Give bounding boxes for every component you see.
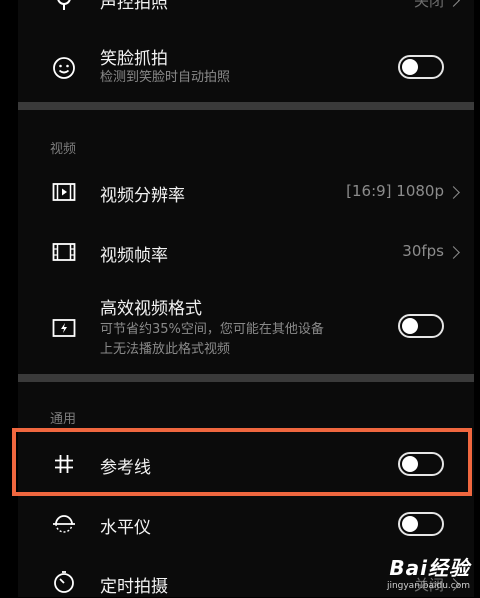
level-icon: [50, 510, 78, 538]
setting-video-resolution[interactable]: 视频分辨率 [16:9] 1080p: [18, 176, 474, 208]
timer-icon: [50, 568, 78, 596]
highlight-box: [12, 428, 472, 496]
efficient-format-subtitle-line2: 上无法播放此格式视频: [100, 342, 231, 357]
level-title: 水平仪: [100, 518, 151, 538]
section-divider: [18, 374, 474, 382]
setting-level[interactable]: 水平仪: [18, 508, 474, 540]
chevron-right-icon: [447, 0, 460, 7]
timer-title: 定时拍摄: [100, 577, 168, 597]
section-divider: [18, 102, 474, 110]
chevron-right-icon: [447, 186, 460, 199]
efficient-format-toggle[interactable]: [398, 314, 444, 338]
setting-efficient-video-format[interactable]: 高效视频格式 可节省约35%空间，您可能在其他设备 上无法播放此格式视频: [18, 292, 474, 364]
watermark-logo: Bai经验: [389, 556, 470, 580]
watermark: Bai经验 jingyan.baidu.com: [387, 552, 470, 591]
video-framerate-title: 视频帧率: [100, 246, 168, 266]
smile-capture-toggle[interactable]: [398, 55, 444, 79]
efficient-format-title: 高效视频格式: [100, 299, 202, 319]
video-resolution-title: 视频分辨率: [100, 186, 185, 206]
toggle-knob: [402, 59, 418, 75]
voice-control-title: 声控拍照: [100, 0, 168, 13]
chevron-right-icon: [447, 246, 460, 259]
watermark-url: jingyan.baidu.com: [386, 581, 470, 591]
efficient-format-subtitle-line1: 可节省约35%空间，您可能在其他设备: [100, 322, 324, 337]
video-resolution-icon: [50, 178, 78, 206]
toggle-knob: [402, 318, 418, 334]
smile-capture-title: 笑脸抓拍: [100, 49, 168, 69]
voice-control-value: 关闭: [413, 0, 444, 10]
smile-icon: [50, 54, 78, 82]
level-toggle[interactable]: [398, 512, 444, 536]
section-header-general: 通用: [50, 412, 77, 427]
efficient-format-icon: [50, 314, 78, 342]
toggle-knob: [402, 516, 418, 532]
setting-smile-capture[interactable]: 笑脸抓拍 检测到笑脸时自动拍照: [18, 42, 474, 92]
video-framerate-value: 30fps: [402, 242, 444, 260]
voice-icon: [50, 0, 78, 14]
section-header-video: 视频: [50, 142, 77, 157]
video-resolution-value: [16:9] 1080p: [346, 182, 444, 200]
settings-screen: 声控拍照 关闭 笑脸抓拍 检测到笑脸时自动拍照 视频 视频分辨率 [16:9] …: [18, 0, 474, 597]
setting-video-framerate[interactable]: 视频帧率 30fps: [18, 236, 474, 268]
setting-voice-control[interactable]: 声控拍照 关闭: [18, 0, 474, 18]
smile-capture-subtitle: 检测到笑脸时自动拍照: [100, 70, 231, 85]
video-framerate-icon: [50, 238, 78, 266]
